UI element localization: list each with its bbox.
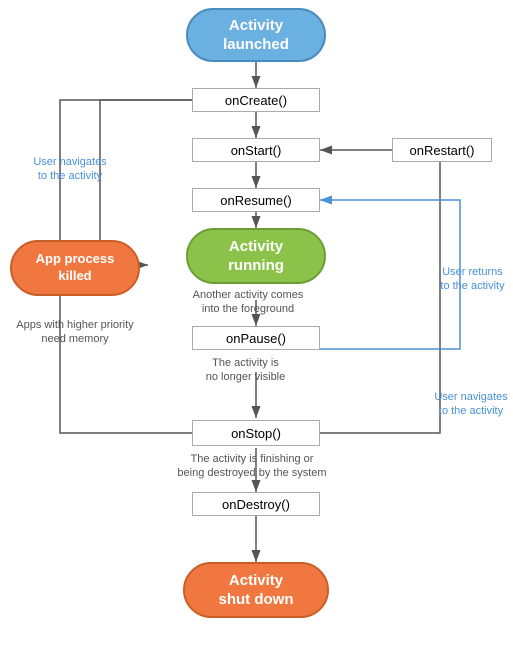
activity-launched-label: Activity launched [223,16,289,55]
no-longer-visible-text: The activity isno longer visible [206,357,286,383]
apps-priority-text: Apps with higher priorityneed memory [16,319,133,345]
user-navigates-text: User navigatesto the activity [33,156,106,182]
on-pause-label: onPause() [226,331,286,346]
user-returns-label: User returnsto the activity [435,265,510,294]
activity-shut-down-label: Activity shut down [219,571,294,610]
no-longer-visible-label: The activity isno longer visible [168,356,323,385]
on-resume-label: onResume() [220,193,292,208]
on-restart-label: onRestart() [409,143,474,158]
on-resume-node: onResume() [192,188,320,212]
on-pause-node: onPause() [192,326,320,350]
on-stop-label: onStop() [231,426,281,441]
on-restart-node: onRestart() [392,138,492,162]
finishing-label: The activity is finishing orbeing destro… [152,452,352,481]
on-stop-node: onStop() [192,420,320,446]
activity-launched-node: Activity launched [186,8,326,62]
diagram: Activity launched onCreate() onStart() o… [0,0,513,663]
app-process-killed-label: App process killed [36,251,115,285]
apps-priority-label: Apps with higher priorityneed memory [10,318,140,347]
on-destroy-label: onDestroy() [222,497,290,512]
another-activity-label: Another activity comesinto the foregroun… [168,288,328,317]
finishing-text: The activity is finishing orbeing destro… [177,453,326,479]
user-navigates-right-label: User navigatesto the activity [432,390,510,419]
activity-shut-down-node: Activity shut down [183,562,329,618]
on-destroy-node: onDestroy() [192,492,320,516]
on-start-label: onStart() [231,143,282,158]
on-create-label: onCreate() [225,93,287,108]
on-start-node: onStart() [192,138,320,162]
user-navigates-label: User navigatesto the activity [10,155,130,184]
on-create-node: onCreate() [192,88,320,112]
user-navigates-right-text: User navigatesto the activity [434,391,507,417]
another-activity-text: Another activity comesinto the foregroun… [193,289,304,315]
activity-running-label: Activity running [228,237,284,276]
app-process-killed-node: App process killed [10,240,140,296]
user-returns-text: User returnsto the activity [440,266,504,292]
activity-running-node: Activity running [186,228,326,284]
